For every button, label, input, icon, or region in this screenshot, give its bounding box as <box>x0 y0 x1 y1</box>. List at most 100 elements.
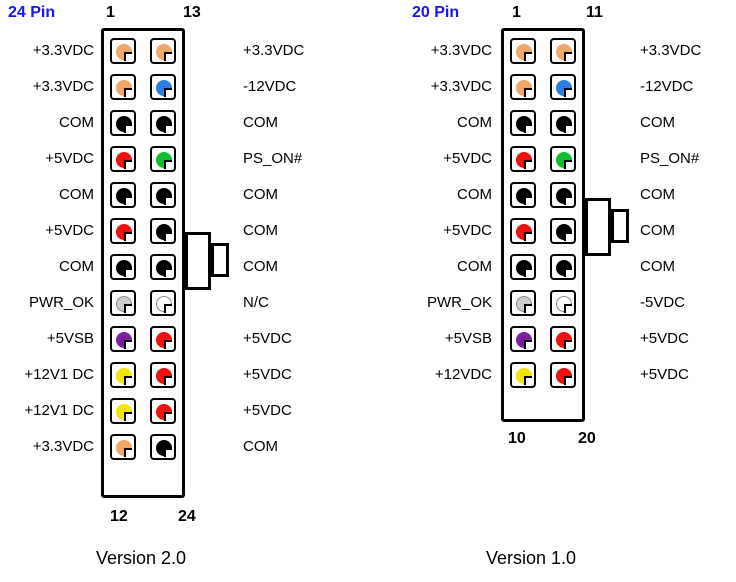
connector-20pin-bottom-left-number: 10 <box>508 430 526 447</box>
pin-notch <box>124 124 132 133</box>
pin-shell <box>110 290 136 316</box>
pin-shell <box>510 326 536 352</box>
connector-24pin-bottom-right-number: 24 <box>178 508 196 525</box>
pin-notch <box>164 160 172 169</box>
pin-notch <box>124 88 132 97</box>
pin-label-left-4: +5VDC <box>45 150 94 167</box>
pin-shell <box>510 254 536 280</box>
pin-label-left-1: +3.3VDC <box>430 42 492 59</box>
pin-label-right-10: +5VDC <box>640 366 689 383</box>
pin-notch <box>164 232 172 241</box>
connector-24pin-top-right-number: 13 <box>183 4 201 21</box>
pin-left-6 <box>510 218 536 244</box>
pin-left-4 <box>510 146 536 172</box>
pin-label-right-9: +5VDC <box>640 330 689 347</box>
pin-notch <box>164 340 172 349</box>
pin-notch <box>564 304 572 313</box>
pin-notch <box>124 412 132 421</box>
pin-label-right-4: PS_ON# <box>640 150 700 167</box>
pin-label-left-2: +3.3VDC <box>32 78 94 95</box>
pin-label-left-4: +5VDC <box>443 150 492 167</box>
connector-24pin-bottom-left-number: 12 <box>110 508 128 525</box>
pin-label-right-5: COM <box>243 186 278 203</box>
pin-shell <box>510 110 536 136</box>
pin-notch <box>524 268 532 277</box>
pin-right-5 <box>150 182 176 208</box>
pin-label-left-12: +3.3VDC <box>32 438 94 455</box>
pin-label-right-6: COM <box>640 222 675 239</box>
connector-24pin-caption: Version 2.0 <box>96 548 187 568</box>
pin-label-right-10: +5VDC <box>243 366 292 383</box>
pin-shell <box>150 182 176 208</box>
pin-notch <box>524 376 532 385</box>
pin-shell <box>550 254 576 280</box>
pin-label-left-7: COM <box>457 258 492 275</box>
pin-notch <box>564 124 572 133</box>
pin-notch <box>164 304 172 313</box>
pin-right-12 <box>150 434 176 460</box>
pin-label-left-3: COM <box>59 114 94 131</box>
pin-left-1 <box>510 38 536 64</box>
pin-left-8 <box>510 290 536 316</box>
pin-label-right-11: +5VDC <box>243 402 292 419</box>
pin-notch <box>564 160 572 169</box>
pin-label-left-11: +12V1 DC <box>24 402 94 419</box>
connector-24pin-header: 24 Pin <box>8 4 56 21</box>
connector-20pin-top-right-number: 11 <box>586 4 603 21</box>
pin-notch <box>164 88 172 97</box>
pin-label-right-1: +3.3VDC <box>243 42 305 59</box>
pin-shell <box>150 290 176 316</box>
pin-right-3 <box>150 110 176 136</box>
pin-right-10 <box>150 362 176 388</box>
connector-24pin-latch-tab <box>211 243 229 277</box>
pin-label-right-4: PS_ON# <box>243 150 303 167</box>
pin-right-10 <box>550 362 576 388</box>
pin-label-left-6: +5VDC <box>45 222 94 239</box>
pin-label-right-9: +5VDC <box>243 330 292 347</box>
pin-shell <box>550 326 576 352</box>
pin-label-left-5: COM <box>59 186 94 203</box>
pin-shell <box>150 362 176 388</box>
pin-notch <box>564 340 572 349</box>
pin-notch <box>524 160 532 169</box>
pin-notch <box>164 196 172 205</box>
pin-shell <box>550 218 576 244</box>
pin-label-right-3: COM <box>243 114 278 131</box>
pin-label-right-7: COM <box>640 258 675 275</box>
pin-notch <box>124 376 132 385</box>
pin-notch <box>524 304 532 313</box>
connector-24pin-pin-grid <box>110 38 176 460</box>
pin-shell <box>150 74 176 100</box>
connector-20pin-pin-grid <box>510 38 576 388</box>
pin-shell <box>510 38 536 64</box>
pin-right-11 <box>150 398 176 424</box>
pin-left-5 <box>110 182 136 208</box>
pin-label-left-5: COM <box>457 186 492 203</box>
pin-left-7 <box>510 254 536 280</box>
pin-label-right-1: +3.3VDC <box>640 42 702 59</box>
pin-label-left-3: COM <box>457 114 492 131</box>
pin-right-2 <box>150 74 176 100</box>
pin-left-11 <box>110 398 136 424</box>
pin-shell <box>510 74 536 100</box>
pin-shell <box>550 74 576 100</box>
pin-shell <box>110 398 136 424</box>
pin-shell <box>550 110 576 136</box>
pin-label-right-12: COM <box>243 438 278 455</box>
pin-shell <box>150 110 176 136</box>
pin-notch <box>124 160 132 169</box>
pin-notch <box>124 232 132 241</box>
pin-shell <box>110 74 136 100</box>
pin-shell <box>550 38 576 64</box>
pin-left-12 <box>110 434 136 460</box>
connector-20pin-header: 20 Pin <box>412 4 460 21</box>
pin-shell <box>110 146 136 172</box>
pin-label-left-10: +12VDC <box>434 366 492 383</box>
pin-shell <box>110 218 136 244</box>
pin-shell <box>550 146 576 172</box>
pin-right-7 <box>550 254 576 280</box>
pin-shell <box>110 182 136 208</box>
connector-24pin-latch <box>185 232 211 290</box>
pin-notch <box>564 268 572 277</box>
pin-right-8 <box>550 290 576 316</box>
